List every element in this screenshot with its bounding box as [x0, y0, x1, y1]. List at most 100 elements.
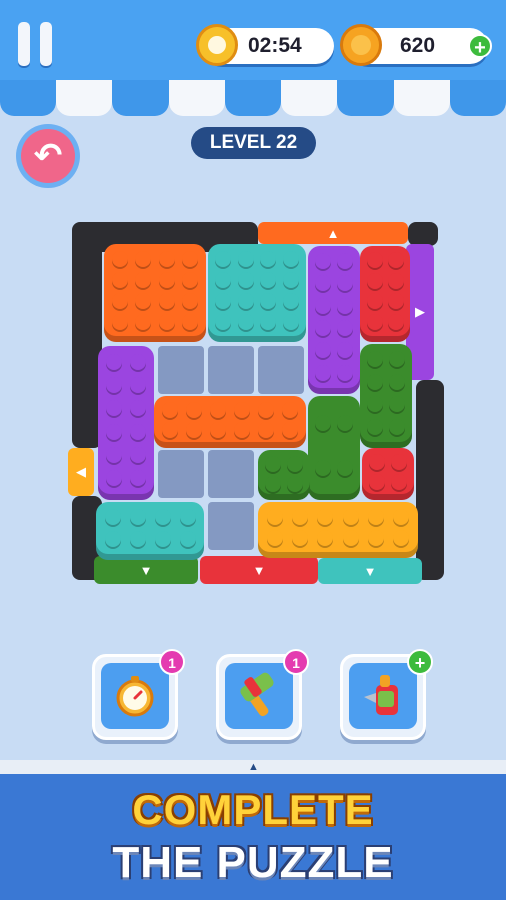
booster-add-badge[interactable]: +: [407, 649, 433, 675]
block-stud: [265, 476, 281, 492]
block-stud: [337, 342, 353, 359]
block-stud: [282, 402, 298, 418]
block-stud: [393, 529, 410, 546]
block-stud: [337, 414, 353, 431]
block-stud: [387, 313, 404, 330]
board-wall: [408, 222, 438, 246]
block-stud: [135, 271, 152, 288]
block-stud: [291, 508, 308, 525]
block-stud: [106, 423, 122, 440]
stopwatch-icon: [196, 24, 238, 66]
block-stud: [337, 459, 353, 476]
block-red[interactable]: [362, 448, 414, 500]
empty-cell: [158, 346, 204, 394]
block-stud: [258, 402, 274, 418]
add-coins-button[interactable]: +: [468, 34, 492, 59]
awning-decoration: [0, 80, 506, 116]
block-stud: [234, 402, 250, 418]
block-yellow[interactable]: [258, 502, 418, 558]
booster-count-badge: 1: [159, 649, 185, 675]
block-green[interactable]: [308, 396, 360, 500]
block-stud: [154, 509, 171, 525]
block-stud: [234, 422, 250, 438]
block-stud: [366, 272, 383, 289]
block-stud: [215, 292, 232, 309]
block-stud: [162, 402, 178, 418]
block-stud: [366, 293, 383, 310]
gate-arrow-icon: ◀: [76, 464, 86, 479]
block-stud: [130, 470, 146, 487]
block-stud: [265, 456, 281, 472]
block-stud: [315, 320, 331, 337]
block-stud: [387, 252, 404, 269]
block-stud: [367, 529, 384, 546]
block-stud: [266, 508, 283, 525]
gate-arrow-icon: ▼: [363, 563, 377, 579]
booster-count-badge: 1: [283, 649, 309, 675]
block-stud: [367, 508, 384, 525]
block-stud: [158, 313, 175, 330]
block-stud: [135, 313, 152, 330]
top-bar: 02:54 620 +: [0, 0, 506, 80]
block-stud: [158, 292, 175, 309]
block-stud: [367, 351, 383, 368]
block-stud: [215, 271, 232, 288]
block-red[interactable]: [360, 246, 410, 342]
block-stud: [158, 250, 175, 267]
block-stud: [186, 402, 202, 418]
block-stud: [162, 422, 178, 438]
block-purple[interactable]: [98, 346, 154, 500]
block-stud: [393, 508, 410, 525]
pause-button[interactable]: [16, 22, 56, 68]
block-stud: [315, 297, 331, 314]
stopwatch-icon: [116, 676, 154, 717]
board-wall: [416, 380, 444, 580]
block-stud: [129, 509, 146, 525]
block-stud: [135, 250, 152, 267]
block-stud: [387, 272, 404, 289]
block-teal[interactable]: [96, 502, 204, 560]
undo-button[interactable]: ↶: [16, 124, 80, 188]
block-green[interactable]: [360, 344, 412, 448]
block-green[interactable]: [258, 450, 310, 500]
block-stud: [369, 474, 385, 490]
block-stud: [366, 313, 383, 330]
banner-line-1: COMPLETE: [132, 786, 374, 833]
block-stud: [260, 271, 277, 288]
block-stud: [130, 353, 146, 370]
block-orange[interactable]: [154, 396, 306, 448]
block-stud: [135, 292, 152, 309]
block-stud: [317, 529, 334, 546]
empty-cell: [258, 346, 304, 394]
block-stud: [129, 531, 146, 547]
gate-arrow-icon: ▼: [139, 562, 153, 578]
block-stud: [282, 250, 299, 267]
timer-value: 02:54: [248, 34, 302, 57]
block-stud: [387, 293, 404, 310]
block-stud: [215, 250, 232, 267]
block-stud: [315, 364, 331, 381]
block-stud: [260, 313, 277, 330]
block-stud: [315, 253, 331, 270]
block-stud: [315, 342, 331, 359]
block-stud: [104, 509, 121, 525]
block-stud: [106, 470, 122, 487]
block-stud: [315, 275, 331, 292]
block-stud: [367, 418, 383, 435]
block-purple[interactable]: [308, 246, 360, 394]
puzzle-board: ▲ ▶ ◀ ▼ ▼ ▼: [68, 220, 444, 586]
block-stud: [182, 313, 199, 330]
booster-hammer[interactable]: 1: [216, 649, 309, 740]
booster-timer-freeze[interactable]: 1: [92, 649, 185, 740]
block-stud: [282, 422, 298, 438]
block-stud: [337, 253, 353, 270]
block-teal[interactable]: [208, 244, 306, 342]
gate-arrow-icon: ▼: [252, 562, 266, 578]
hammer-icon: [240, 672, 274, 717]
block-stud: [342, 508, 359, 525]
block-stud: [179, 531, 196, 547]
booster-drill[interactable]: +: [340, 649, 433, 740]
empty-cell: [208, 450, 254, 498]
empty-cell: [208, 502, 254, 550]
block-orange[interactable]: [104, 244, 206, 342]
